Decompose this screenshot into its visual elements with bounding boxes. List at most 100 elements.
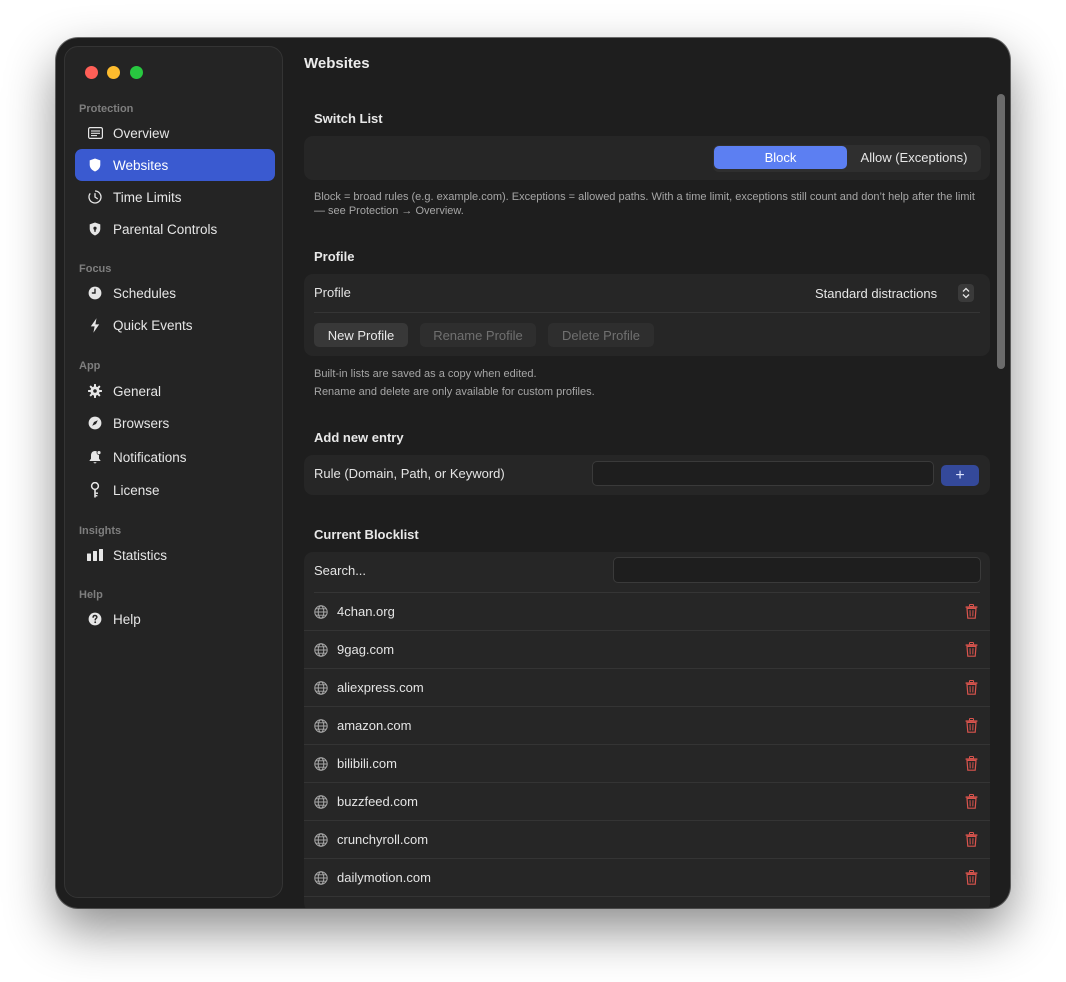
profile-heading: Profile [314,249,355,264]
app-window: Protection Overview Websites Time Limits… [56,38,1010,908]
rule-label: Rule (Domain, Path, or Keyword) [314,466,505,481]
globe-icon [314,643,328,657]
search-input[interactable] [613,557,981,583]
sidebar-item-label: Parental Controls [113,221,218,237]
domain-name: crunchyroll.com [337,832,429,847]
sidebar: Protection Overview Websites Time Limits… [64,46,283,898]
trash-icon[interactable] [965,642,978,657]
bolt-icon [87,317,103,333]
page-title: Websites [304,55,370,72]
sidebar-item-browsers[interactable]: Browsers [75,407,275,439]
domain-name: aliexpress.com [337,680,424,695]
sidebar-item-label: Help [113,611,141,627]
trash-icon[interactable] [965,718,978,733]
blocklist-heading: Current Blocklist [314,527,419,542]
sidebar-item-time-limits[interactable]: Time Limits [75,181,275,213]
sidebar-item-label: Schedules [113,285,177,301]
domain-name: dailymotion.com [337,870,431,885]
list-item[interactable]: amazon.com [304,707,990,745]
add-entry-heading: Add new entry [314,430,404,445]
switch-list-note: Block = broad rules (e.g. example.com). … [314,191,975,217]
help-icon [87,611,103,627]
globe-icon [314,757,328,771]
profile-label: Profile [314,285,351,300]
delete-profile-button[interactable]: Delete Profile [548,323,654,347]
profile-note-custom: Rename and delete are only available for… [314,386,595,398]
sidebar-section-protection: Protection [79,103,134,115]
shield-lock-icon [87,221,103,237]
sidebar-item-label: License [113,482,160,498]
list-item[interactable]: 9gag.com [304,631,990,669]
list-item[interactable]: crunchyroll.com [304,821,990,859]
trash-icon[interactable] [965,870,978,885]
zoom-window-button[interactable] [130,66,143,79]
add-rule-button[interactable]: + [941,465,979,486]
trash-icon[interactable] [965,832,978,847]
trash-icon[interactable] [965,604,978,619]
shield-icon [87,157,103,173]
close-window-button[interactable] [85,66,98,79]
bell-icon [87,449,103,465]
domain-name: bilibili.com [337,756,397,771]
globe-icon [314,795,328,809]
sidebar-item-label: Statistics [113,547,168,563]
sidebar-section-help: Help [79,589,103,601]
globe-icon [314,719,328,733]
sidebar-item-parental-controls[interactable]: Parental Controls [75,213,275,245]
compass-icon [87,415,103,431]
minimize-window-button[interactable] [107,66,120,79]
list-item[interactable]: 4chan.org [304,593,990,631]
globe-icon [314,833,328,847]
globe-icon [314,871,328,885]
domain-name: 4chan.org [337,604,395,619]
trash-icon[interactable] [965,756,978,771]
sidebar-item-label: Browsers [113,415,170,431]
scrollbar-thumb[interactable] [997,94,1005,369]
trash-icon[interactable] [965,794,978,809]
chevron-up-down-icon[interactable] [958,284,974,302]
row-divider [304,896,990,897]
sidebar-item-websites[interactable]: Websites [75,149,275,181]
new-profile-button[interactable]: New Profile [314,323,408,347]
clock-icon [87,285,103,301]
sidebar-item-help[interactable]: Help [75,603,275,635]
sidebar-item-license[interactable]: License [75,474,275,506]
sidebar-item-label: Time Limits [113,189,182,205]
switch-list-heading: Switch List [314,111,383,126]
gear-icon [87,383,103,399]
list-item[interactable]: buzzfeed.com [304,783,990,821]
trash-icon[interactable] [965,680,978,695]
sidebar-item-quick-events[interactable]: Quick Events [75,309,275,341]
rule-input[interactable] [592,461,934,486]
block-segment[interactable]: Block [714,146,847,169]
profile-select[interactable]: Standard distractions [815,286,937,301]
rename-profile-button[interactable]: Rename Profile [420,323,536,347]
list-item[interactable]: aliexpress.com [304,669,990,707]
sidebar-section-app: App [79,360,101,372]
domain-name: buzzfeed.com [337,794,418,809]
list-mode-segmented-control: Block Allow (Exceptions) [713,145,981,172]
sidebar-item-label: General [113,383,162,399]
profile-note-builtin: Built-in lists are saved as a copy when … [314,368,537,380]
plus-icon: + [955,466,965,484]
profile-divider [314,312,980,313]
sidebar-item-general[interactable]: General [75,375,275,407]
sidebar-section-focus: Focus [79,263,112,275]
sidebar-item-notifications[interactable]: Notifications [75,441,275,473]
sidebar-item-label: Notifications [113,449,187,465]
bar-chart-icon [87,547,103,563]
timer-icon [87,189,103,205]
key-icon [87,482,103,498]
allow-exceptions-segment[interactable]: Allow (Exceptions) [849,146,979,169]
overview-icon [87,125,103,141]
sidebar-item-statistics[interactable]: Statistics [75,539,275,571]
sidebar-item-label: Websites [113,157,169,173]
list-item[interactable]: bilibili.com [304,745,990,783]
sidebar-item-label: Quick Events [113,317,193,333]
sidebar-item-overview[interactable]: Overview [75,117,275,149]
globe-icon [314,605,328,619]
sidebar-item-label: Overview [113,125,170,141]
list-item[interactable]: dailymotion.com [304,859,990,897]
search-label: Search... [314,563,367,578]
sidebar-item-schedules[interactable]: Schedules [75,277,275,309]
